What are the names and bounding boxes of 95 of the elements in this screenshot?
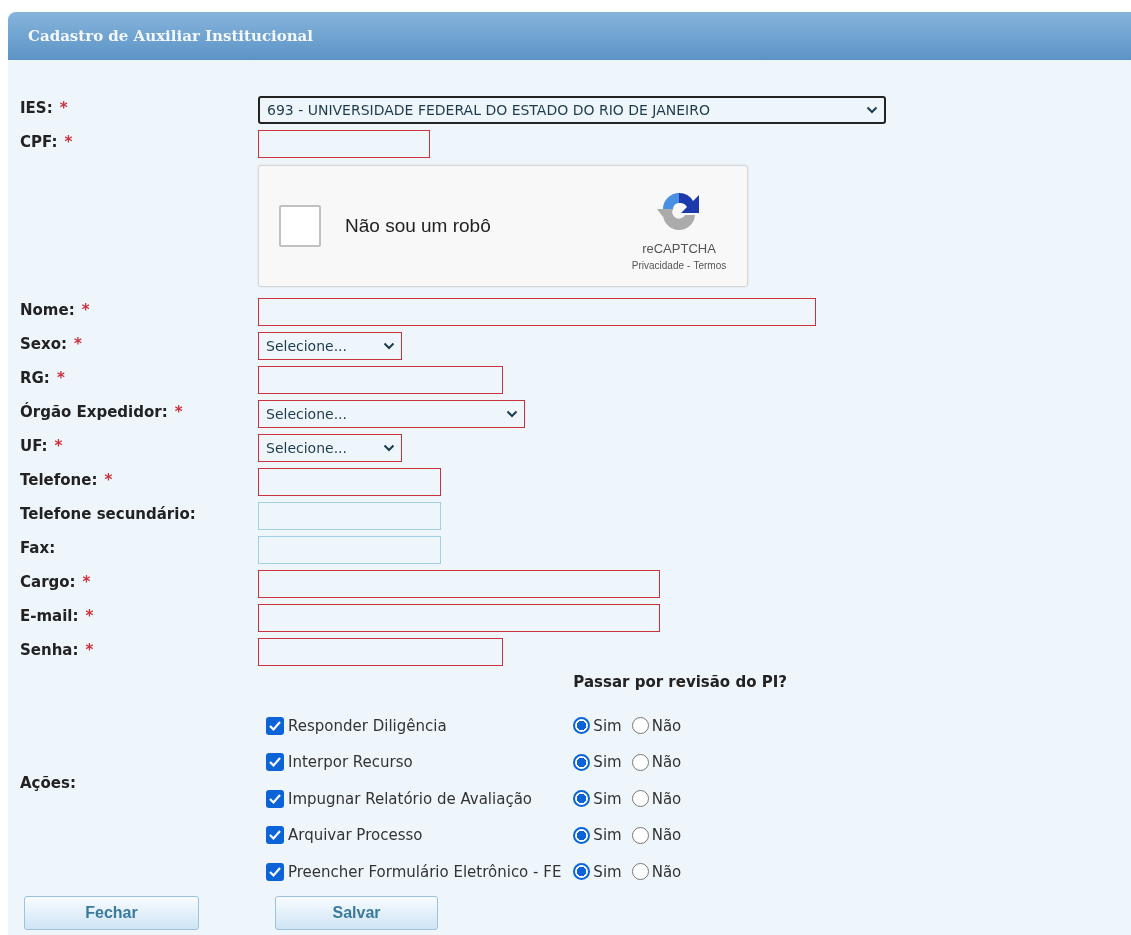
radio-option[interactable]: Sim: [573, 789, 622, 808]
select-dropdown[interactable]: Selecione...: [258, 332, 402, 360]
field-label: Cargo:: [20, 573, 76, 591]
radio-option[interactable]: Não: [631, 826, 682, 845]
required-mark: *: [56, 369, 65, 387]
required-mark: *: [59, 99, 68, 117]
field-label: IES:: [20, 99, 53, 117]
required-mark: *: [81, 301, 90, 319]
checkbox[interactable]: [266, 789, 284, 808]
privacy-link[interactable]: Privacidade: [631, 260, 685, 271]
chevron-icon: [866, 106, 878, 114]
radio-button[interactable]: [573, 717, 591, 735]
radio-option[interactable]: Sim: [573, 753, 622, 772]
radio-label: Não: [651, 753, 682, 772]
radio-option[interactable]: Não: [631, 716, 682, 735]
field-label: E-mail:: [20, 607, 79, 625]
column-heading: Passar por revisão do PI?: [573, 672, 787, 691]
required-mark: *: [85, 641, 94, 659]
radio-button[interactable]: [631, 753, 649, 771]
radio-option[interactable]: Não: [631, 862, 682, 881]
chevron-icon: [383, 444, 395, 452]
radio-label: Sim: [593, 789, 622, 808]
input-field[interactable]: [258, 298, 816, 326]
radio-option[interactable]: Sim: [573, 826, 622, 845]
radio-label: Não: [651, 826, 682, 845]
radio-button[interactable]: [631, 790, 649, 808]
required-mark: *: [73, 335, 82, 353]
field-label: Senha:: [20, 641, 79, 659]
radio-label: Não: [651, 789, 682, 808]
select-dropdown[interactable]: Selecione...: [258, 400, 525, 428]
checkbox[interactable]: [266, 716, 284, 735]
chevron-icon: [383, 342, 395, 350]
checkbox-label: Arquivar Processo: [288, 826, 423, 845]
input-field[interactable]: [258, 536, 441, 564]
checkbox-label: Impugnar Relatório de Avaliação: [288, 789, 532, 808]
radio-button[interactable]: [631, 863, 649, 881]
radio-label: Não: [651, 862, 682, 881]
radio-label: Sim: [593, 862, 622, 881]
captcha-checkbox[interactable]: [279, 205, 321, 247]
action-checkbox[interactable]: Arquivar Processo: [266, 826, 562, 845]
input-field[interactable]: [258, 570, 660, 598]
input-field[interactable]: [258, 502, 441, 530]
radio-button[interactable]: [573, 790, 591, 808]
radio-button[interactable]: [631, 826, 649, 844]
field-label: Ações:: [20, 774, 76, 792]
action-button[interactable]: Fechar: [24, 896, 199, 930]
checkbox-label: Interpor Recurso: [288, 753, 413, 772]
radio-label: Sim: [593, 753, 622, 772]
required-mark: *: [174, 403, 183, 421]
radio-option[interactable]: Não: [631, 789, 682, 808]
field-label: Telefone secundário:: [20, 505, 196, 523]
input-field[interactable]: [258, 366, 503, 394]
radio-button[interactable]: [573, 753, 591, 771]
action-button[interactable]: Salvar: [275, 896, 438, 930]
action-checkbox[interactable]: Responder Diligência: [266, 716, 562, 735]
action-checkbox[interactable]: Impugnar Relatório de Avaliação: [266, 789, 562, 808]
field-label: CPF:: [20, 133, 58, 151]
required-mark: *: [82, 573, 91, 591]
radio-option[interactable]: Sim: [573, 716, 622, 735]
required-mark: *: [104, 471, 113, 489]
radio-option[interactable]: Não: [631, 753, 682, 772]
field-label: Sexo:: [20, 335, 67, 353]
required-mark: *: [85, 607, 94, 625]
input-field[interactable]: [258, 604, 660, 632]
field-label: Órgão Expedidor:: [20, 403, 168, 421]
field-label: Nome:: [20, 301, 75, 319]
radio-button[interactable]: [631, 717, 649, 735]
checkbox[interactable]: [266, 862, 284, 881]
radio-label: Sim: [593, 716, 622, 735]
radio-label: Sim: [593, 826, 622, 845]
field-label: Fax:: [20, 539, 56, 557]
required-mark: *: [64, 133, 73, 151]
input-field[interactable]: [258, 130, 430, 158]
action-checkbox[interactable]: Interpor Recurso: [266, 753, 562, 772]
separator-text: -: [687, 260, 691, 271]
radio-button[interactable]: [573, 826, 591, 844]
checkbox-label: Responder Diligência: [288, 716, 447, 735]
select-dropdown[interactable]: Selecione...: [258, 434, 402, 462]
input-field[interactable]: [258, 638, 503, 666]
terms-link[interactable]: Termos: [693, 260, 727, 271]
chevron-icon: [506, 410, 518, 418]
captcha-brand: reCAPTCHA: [642, 241, 716, 256]
required-mark: *: [54, 437, 63, 455]
checkbox[interactable]: [266, 753, 284, 772]
captcha-label: Não sou um robô: [345, 215, 492, 237]
radio-label: Não: [651, 716, 682, 735]
checkbox[interactable]: [266, 826, 284, 845]
field-label: UF:: [20, 437, 48, 455]
panel-title: Cadastro de Auxiliar Institucional: [28, 26, 314, 45]
radio-button[interactable]: [573, 863, 591, 881]
field-label: Telefone:: [20, 471, 98, 489]
field-label: RG:: [20, 369, 50, 387]
input-field[interactable]: [258, 468, 441, 496]
select-dropdown[interactable]: 693 - UNIVERSIDADE FEDERAL DO ESTADO DO RIO DE JANEIRO: [258, 96, 886, 124]
radio-option[interactable]: Sim: [573, 862, 622, 881]
